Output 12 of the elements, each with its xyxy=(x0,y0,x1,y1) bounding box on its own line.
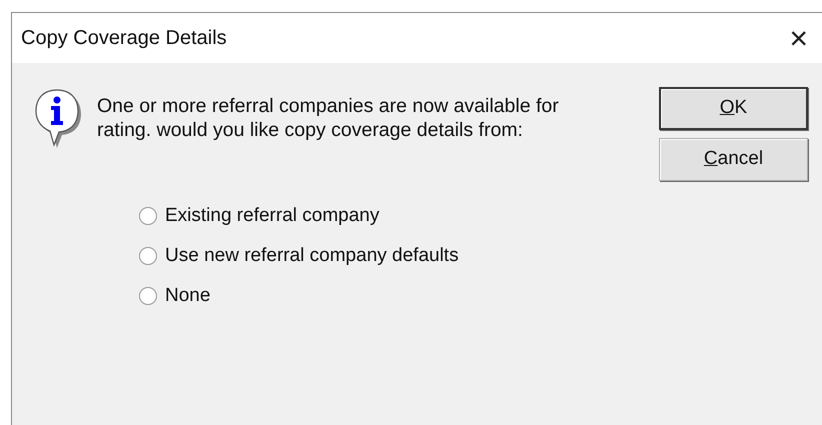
window-title: Copy Coverage Details xyxy=(21,26,227,51)
radio-button[interactable] xyxy=(139,247,157,265)
radio-option[interactable]: Use new referral company defaults xyxy=(139,236,659,276)
cancel-button[interactable]: Cancel xyxy=(659,138,808,181)
message-text: One or more referral companies are now available for rating. would you like copy coverage details from: xyxy=(97,94,560,143)
radio-button[interactable] xyxy=(139,207,157,225)
info-icon xyxy=(33,87,81,149)
radio-button[interactable] xyxy=(139,287,157,305)
close-button[interactable]: × xyxy=(785,22,812,54)
radio-option[interactable]: None xyxy=(139,276,659,316)
ok-button[interactable]: OK xyxy=(659,87,808,130)
radio-option[interactable]: Existing referral company xyxy=(139,196,659,236)
